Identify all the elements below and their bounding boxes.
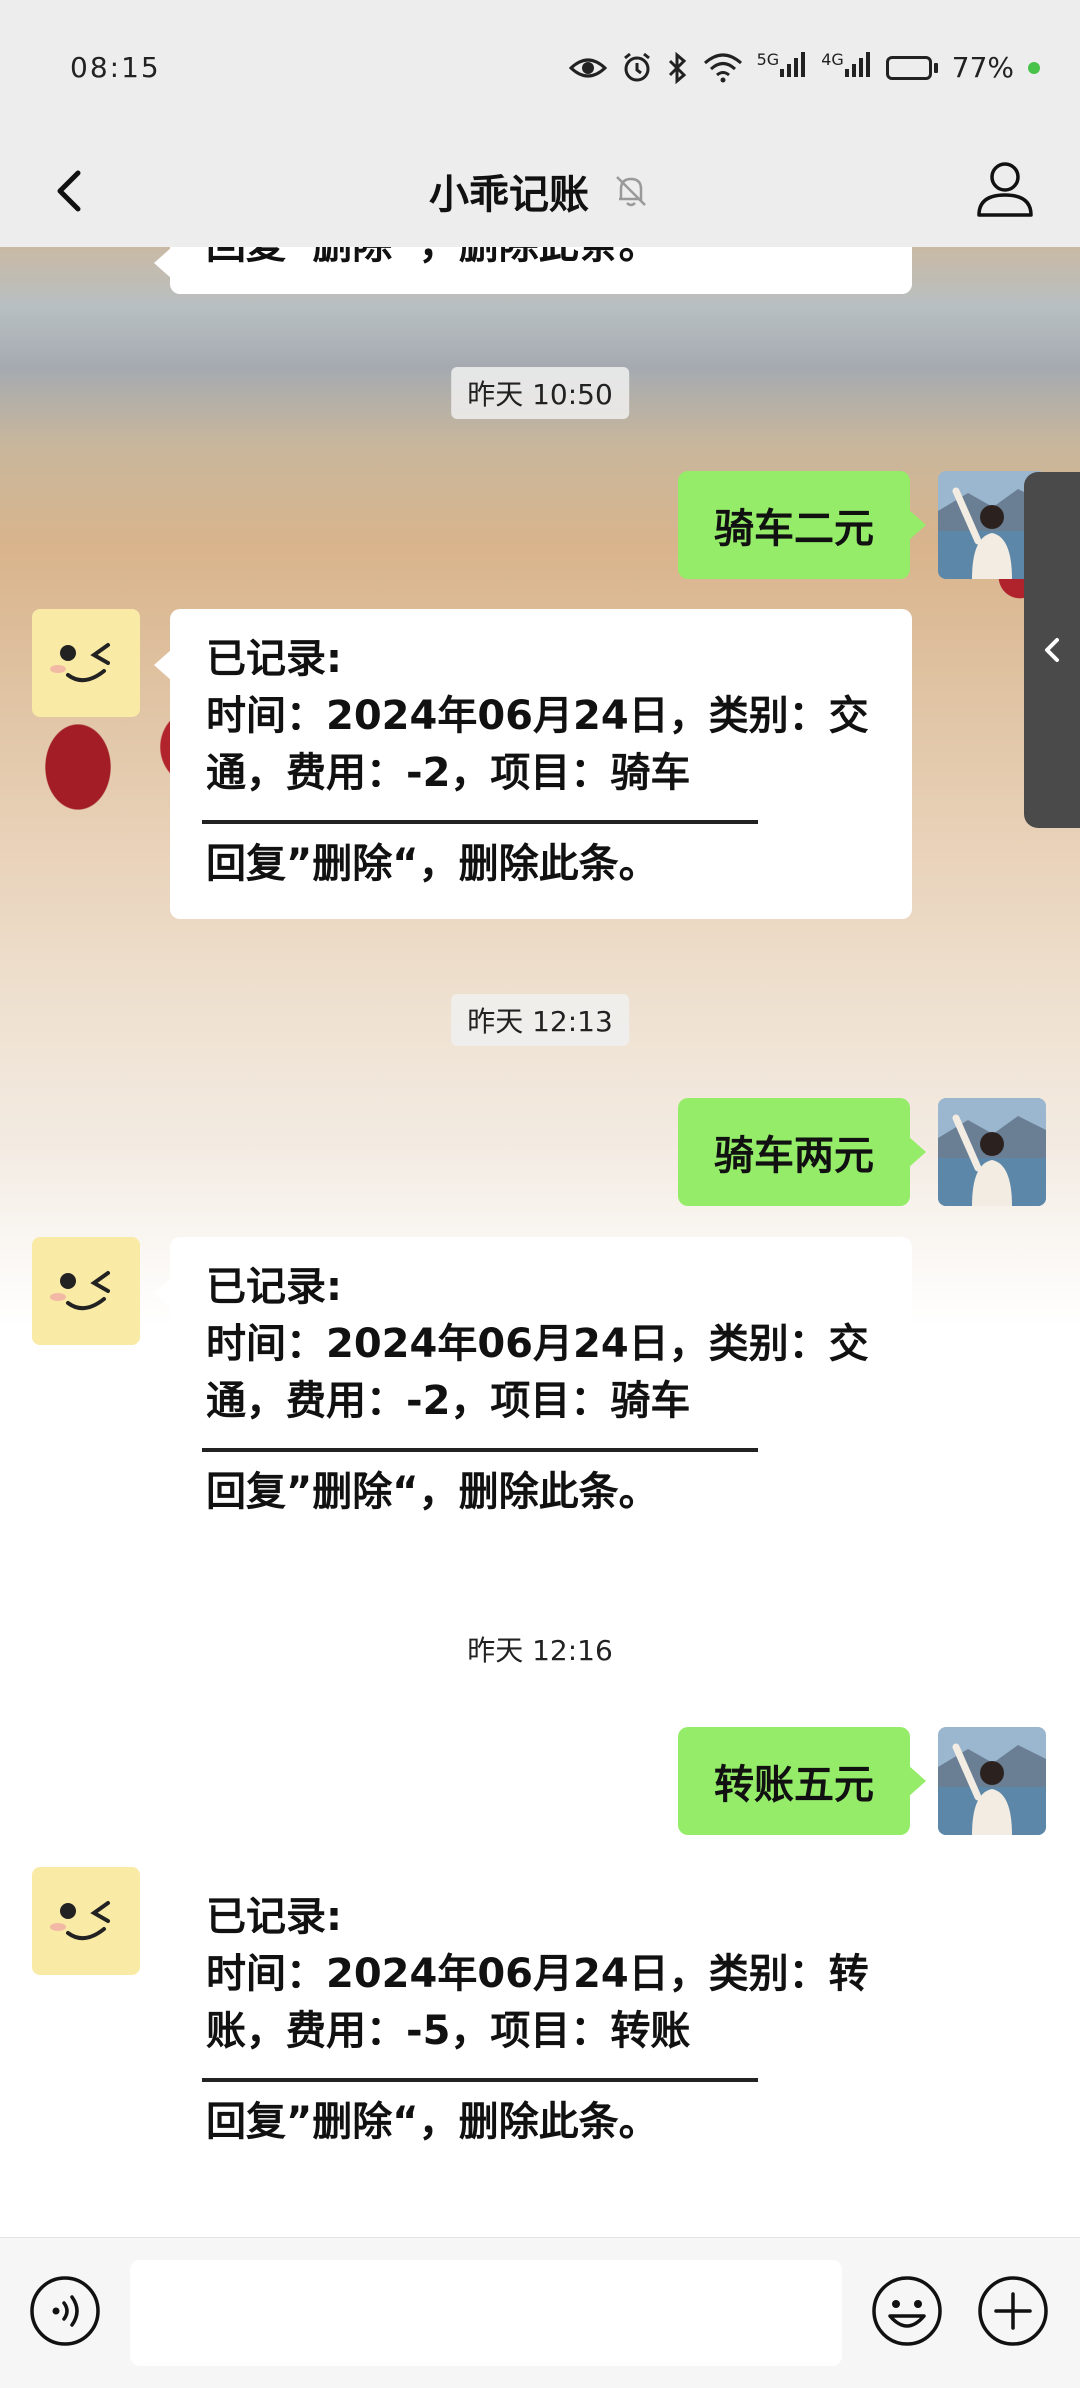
message-incoming-partial[interactable]: 回复”删除“，删除此条。: [154, 247, 912, 294]
bot-avatar[interactable]: [32, 1867, 140, 1975]
record-detail-line: 时间：2024年06月24日，类别：转: [206, 1951, 869, 1997]
message-outgoing[interactable]: 骑车二元: [678, 471, 926, 579]
signal-4g: 4G: [821, 50, 872, 85]
delete-hint: 回复”删除“，删除此条。: [206, 2099, 659, 2145]
delete-hint: 回复”删除“，删除此条。: [206, 1469, 659, 1515]
timestamp: 昨天 12:16: [467, 1634, 613, 1667]
record-header: 已记录:: [206, 1264, 342, 1310]
network-4g-label: 4G: [821, 50, 844, 69]
profile-icon[interactable]: [970, 153, 1040, 223]
network-5g-label: 5G: [756, 50, 780, 69]
chat-title: 小乖记账: [429, 172, 589, 218]
message-incoming[interactable]: 已记录: 时间：2024年06月24日，类别：交 通，费用：-2，项目：骑车 回…: [154, 609, 912, 919]
message-incoming[interactable]: 已记录: 时间：2024年06月24日，类别：交 通，费用：-2，项目：骑车 回…: [154, 1237, 912, 1547]
delete-hint: 回复”删除“，删除此条。: [206, 841, 659, 887]
user-photo-icon: [938, 1098, 1046, 1206]
status-icons: 5G 4G 77%: [568, 50, 1040, 85]
wink-face-icon: [50, 1271, 110, 1311]
wink-face-icon: [50, 643, 110, 683]
message-input[interactable]: [130, 2260, 842, 2366]
chevron-left-icon: [1045, 638, 1059, 662]
wifi-icon: [703, 53, 742, 82]
message-text: 回复”删除“，删除此条。: [206, 247, 876, 274]
add-attachment-icon[interactable]: [976, 2274, 1050, 2348]
bot-avatar[interactable]: [32, 1237, 140, 1345]
timestamp: 昨天 10:50: [451, 367, 629, 419]
voice-input-icon[interactable]: [28, 2274, 102, 2348]
eye-icon: [568, 58, 607, 77]
bot-avatar[interactable]: [32, 609, 140, 717]
message-incoming[interactable]: 已记录: 时间：2024年06月24日，类别：转 账，费用：-5，项目：转账 回…: [154, 1867, 912, 2177]
message-outgoing[interactable]: 转账五元: [678, 1727, 926, 1835]
chat-header: 小乖记账: [0, 135, 1080, 247]
user-avatar[interactable]: [938, 1727, 1046, 1835]
side-panel-tab[interactable]: [1024, 472, 1080, 828]
record-header: 已记录:: [206, 1894, 342, 1940]
battery-percent: 77%: [951, 51, 1014, 84]
chat-area[interactable]: 回复”删除“，删除此条。 昨天 10:50 骑车二元 已记录: 时间：2024年…: [0, 247, 1080, 2237]
status-bar: 08:15 5G 4G 77%: [0, 0, 1080, 135]
bluetooth-icon: [668, 51, 686, 84]
divider: [202, 820, 758, 824]
input-bar: [0, 2237, 1080, 2388]
divider: [202, 1448, 758, 1452]
alarm-icon: [623, 52, 650, 81]
record-detail-line: 通，费用：-2，项目：骑车: [206, 750, 691, 796]
status-time: 08:15: [70, 51, 161, 84]
message-text: 骑车两元: [714, 1133, 874, 1179]
user-avatar[interactable]: [938, 1098, 1046, 1206]
user-photo-icon: [938, 1727, 1046, 1835]
message-text: 转账五元: [714, 1762, 874, 1808]
signal-bars-icon: [780, 52, 806, 77]
wink-face-icon: [50, 1901, 110, 1941]
divider: [202, 2078, 758, 2082]
timestamp: 昨天 12:13: [451, 994, 629, 1046]
mute-bell-icon: [616, 176, 646, 207]
record-detail-line: 时间：2024年06月24日，类别：交: [206, 693, 869, 739]
message-text: 骑车二元: [714, 506, 874, 552]
privacy-dot-icon: [1028, 61, 1040, 74]
emoji-icon[interactable]: [870, 2274, 944, 2348]
signal-bars-icon: [844, 52, 870, 77]
record-header: 已记录:: [206, 636, 342, 682]
record-detail-line: 账，费用：-5，项目：转账: [206, 2008, 691, 2054]
record-detail-line: 通，费用：-2，项目：骑车: [206, 1378, 691, 1424]
message-outgoing[interactable]: 骑车两元: [678, 1098, 926, 1206]
signal-5g: 5G: [757, 50, 808, 85]
chat-title-area: 小乖记账: [0, 135, 1080, 247]
battery-icon: [885, 55, 938, 80]
record-detail-line: 时间：2024年06月24日，类别：交: [206, 1321, 869, 1367]
